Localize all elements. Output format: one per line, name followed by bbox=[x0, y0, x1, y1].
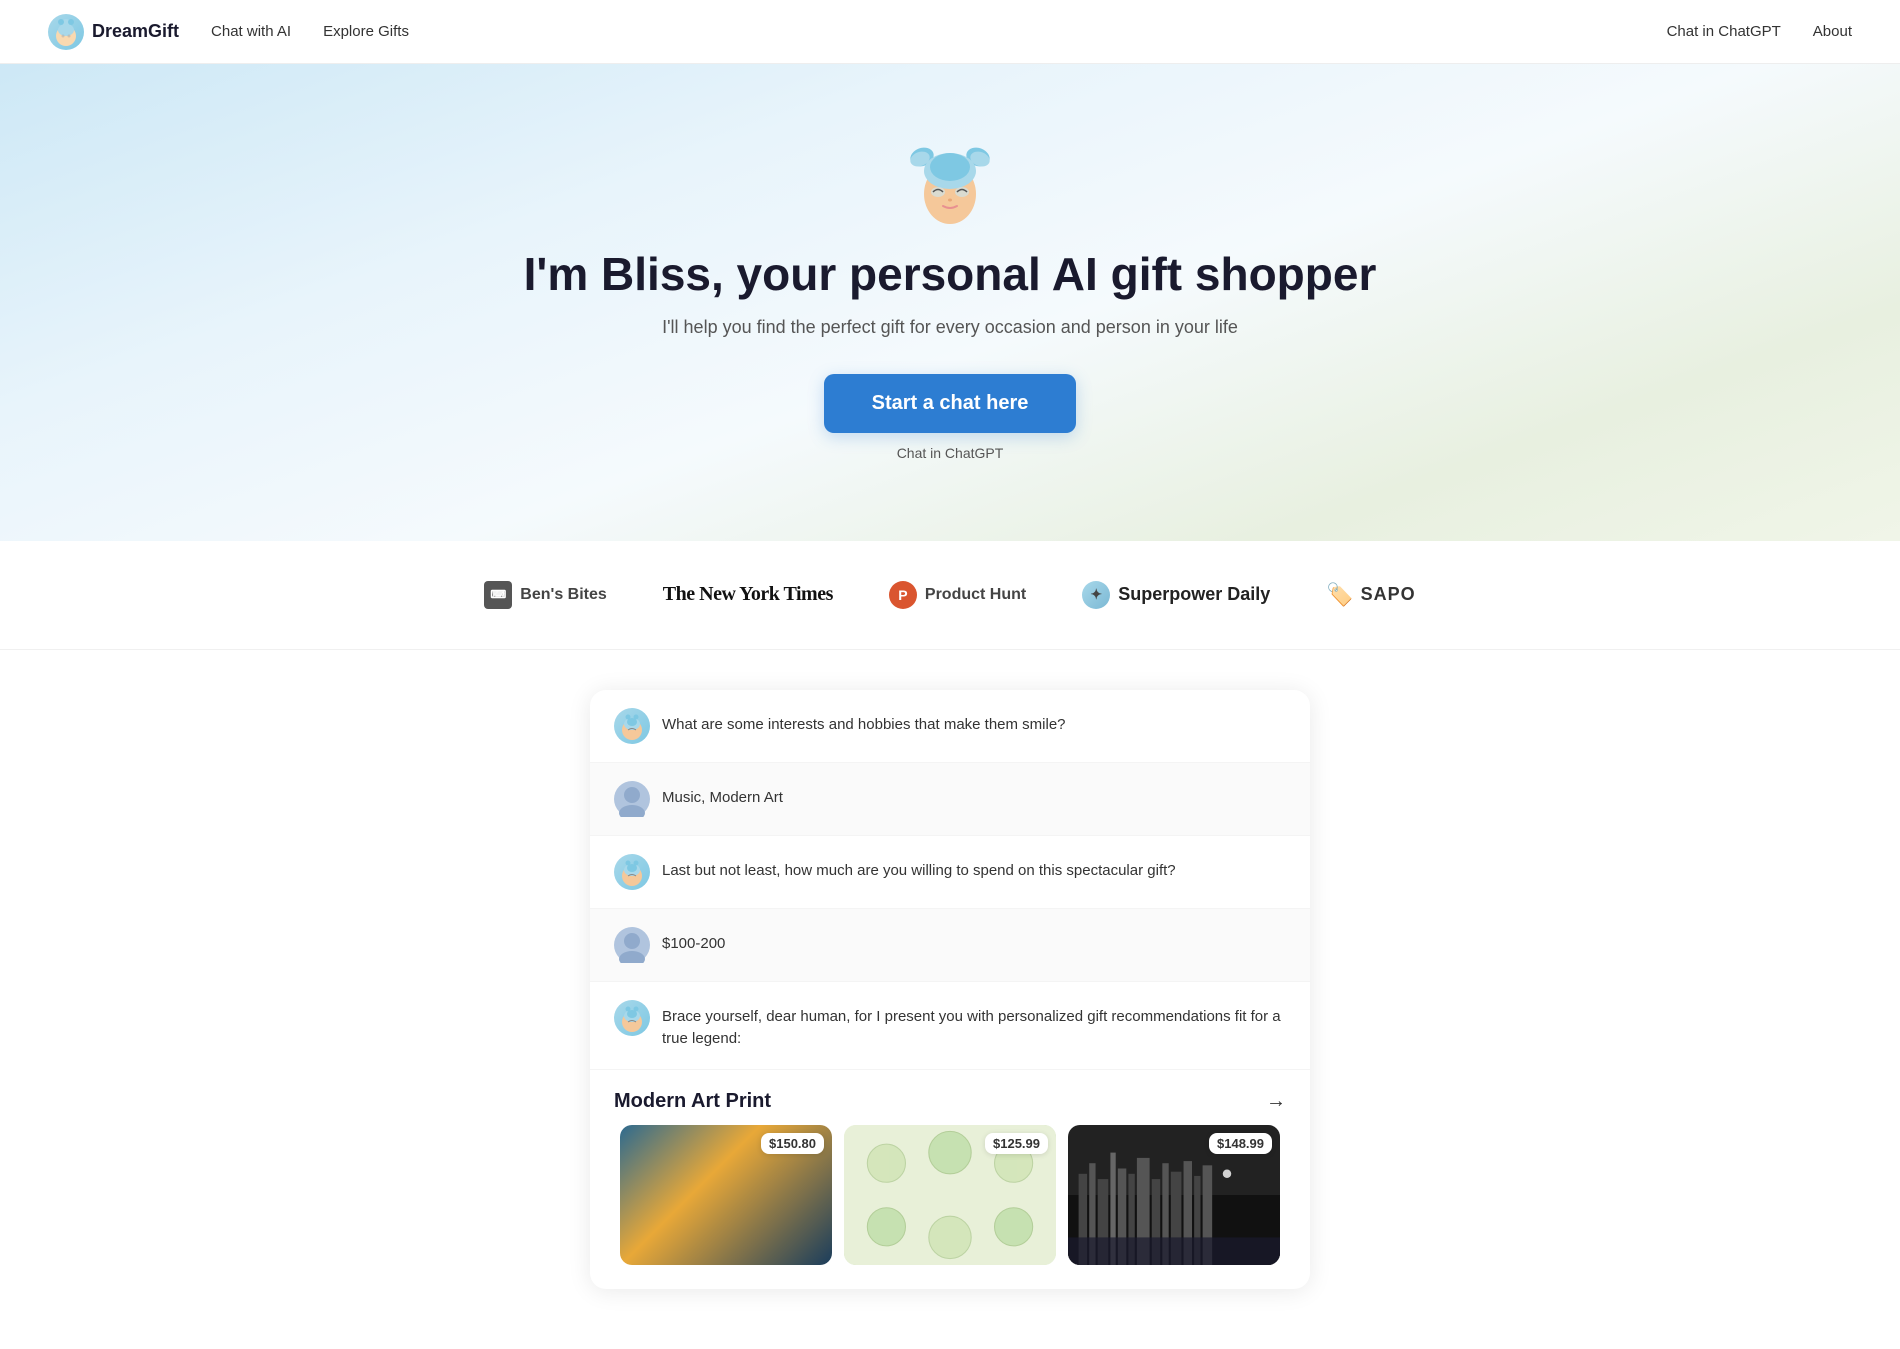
chat-window: What are some interests and hobbies that… bbox=[590, 690, 1310, 1289]
user-avatar-1 bbox=[614, 781, 650, 817]
chat-message-3: Last but not least, how much are you wil… bbox=[590, 836, 1310, 909]
product-arrow-icon[interactable]: → bbox=[1266, 1090, 1286, 1113]
user-avatar-2 bbox=[614, 927, 650, 963]
product-section: Modern Art Print → $150.80 bbox=[590, 1070, 1310, 1289]
ai-avatar-svg-1 bbox=[614, 708, 650, 744]
logo-nyt: The New York Times bbox=[663, 583, 833, 606]
ai-avatar-svg-3 bbox=[614, 1000, 650, 1036]
hero-subheadline: I'll help you find the perfect gift for … bbox=[662, 317, 1238, 338]
ph-label: Product Hunt bbox=[925, 586, 1026, 604]
logo[interactable]: DreamGift bbox=[48, 14, 179, 50]
product-category-title: Modern Art Print bbox=[614, 1090, 771, 1113]
nav-chat-ai[interactable]: Chat with AI bbox=[211, 23, 291, 40]
chat-text-1: What are some interests and hobbies that… bbox=[662, 708, 1066, 737]
hero-section: I'm Bliss, your personal AI gift shopper… bbox=[0, 64, 1900, 541]
product-header: Modern Art Print → bbox=[590, 1070, 1310, 1125]
ai-avatar-1 bbox=[614, 708, 650, 744]
navbar: DreamGift Chat with AI Explore Gifts Cha… bbox=[0, 0, 1900, 64]
nav-chat-chatgpt[interactable]: Chat in ChatGPT bbox=[1667, 23, 1781, 40]
nyt-label: The New York Times bbox=[663, 583, 833, 606]
product-card-3[interactable]: $148.99 bbox=[1068, 1125, 1280, 1265]
ai-avatar-3 bbox=[614, 1000, 650, 1036]
chat-message-5: Brace yourself, dear human, for I presen… bbox=[590, 982, 1310, 1070]
user-avatar-svg-2 bbox=[614, 927, 650, 963]
chat-text-3: Last but not least, how much are you wil… bbox=[662, 854, 1176, 883]
chat-text-5: Brace yourself, dear human, for I presen… bbox=[662, 1000, 1286, 1051]
hero-headline: I'm Bliss, your personal AI gift shopper bbox=[524, 248, 1377, 301]
product-card-1[interactable]: $150.80 bbox=[620, 1125, 832, 1265]
logo-product-hunt: P Product Hunt bbox=[889, 581, 1026, 609]
logo-svg bbox=[48, 14, 84, 50]
chat-text-2: Music, Modern Art bbox=[662, 781, 783, 810]
hero-avatar bbox=[900, 124, 1000, 224]
bens-bites-icon: ⌨ bbox=[484, 581, 512, 609]
product-cards: $150.80 bbox=[590, 1125, 1310, 1289]
logos-strip: ⌨ Ben's Bites The New York Times P Produ… bbox=[0, 541, 1900, 650]
ai-avatar-2 bbox=[614, 854, 650, 890]
sp-label: Superpower Daily bbox=[1118, 584, 1270, 605]
chat-text-4: $100-200 bbox=[662, 927, 725, 956]
logo-icon bbox=[48, 14, 84, 50]
chat-message-2: Music, Modern Art bbox=[590, 763, 1310, 836]
product-card-2[interactable]: $125.99 bbox=[844, 1125, 1056, 1265]
product-price-3: $148.99 bbox=[1209, 1133, 1272, 1154]
product-price-1: $150.80 bbox=[761, 1133, 824, 1154]
start-chat-button[interactable]: Start a chat here bbox=[824, 374, 1077, 433]
bliss-avatar bbox=[900, 119, 1000, 229]
nav-about[interactable]: About bbox=[1813, 23, 1852, 40]
chat-message-4: $100-200 bbox=[590, 909, 1310, 982]
bens-bites-label: Ben's Bites bbox=[520, 586, 607, 604]
chat-message-1: What are some interests and hobbies that… bbox=[590, 690, 1310, 763]
sapo-icon: 🏷️ bbox=[1326, 582, 1354, 608]
cta-sub-text: Chat in ChatGPT bbox=[897, 445, 1004, 461]
product-price-2: $125.99 bbox=[985, 1133, 1048, 1154]
sp-icon: ✦ bbox=[1082, 581, 1110, 609]
chat-section: What are some interests and hobbies that… bbox=[570, 650, 1330, 1349]
user-avatar-svg-1 bbox=[614, 781, 650, 817]
logo-sapo: 🏷️ SAPO bbox=[1326, 582, 1415, 608]
sapo-label: SAPO bbox=[1361, 584, 1416, 605]
logo-text: DreamGift bbox=[92, 21, 179, 42]
logo-bens-bites: ⌨ Ben's Bites bbox=[484, 581, 607, 609]
ai-avatar-svg-2 bbox=[614, 854, 650, 890]
ph-icon: P bbox=[889, 581, 917, 609]
logo-superpower-daily: ✦ Superpower Daily bbox=[1082, 581, 1270, 609]
nav-left: DreamGift Chat with AI Explore Gifts bbox=[48, 14, 409, 50]
nav-right: Chat in ChatGPT About bbox=[1667, 23, 1852, 40]
nav-explore-gifts[interactable]: Explore Gifts bbox=[323, 23, 409, 40]
